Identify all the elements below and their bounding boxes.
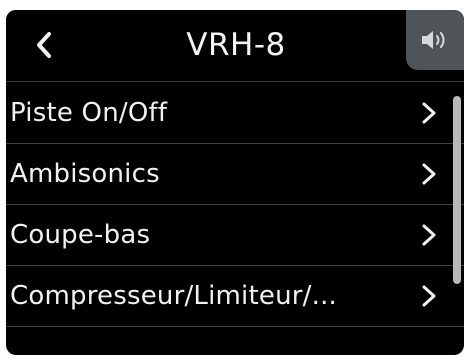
menu-item-ambisonics[interactable]: Ambisonics: [6, 144, 464, 205]
chevron-right-icon: [418, 223, 440, 247]
chevron-right-icon: [418, 101, 440, 125]
menu-item-label: Coupe-bas: [10, 220, 151, 250]
menu-item-track-on-off[interactable]: Piste On/Off: [6, 83, 464, 144]
speaker-button[interactable]: [406, 10, 464, 70]
scrollbar-thumb[interactable]: [453, 96, 461, 284]
back-button[interactable]: [22, 22, 68, 68]
menu-item-label: Ambisonics: [10, 159, 160, 189]
chevron-right-icon: [418, 284, 440, 308]
menu-item-compressor-limiter[interactable]: Compresseur/Limiteur/...: [6, 266, 464, 327]
device-screen: VRH-8 Piste On/Off Ambisonics Coupe-bas …: [6, 10, 464, 355]
menu-item-low-cut[interactable]: Coupe-bas: [6, 205, 464, 266]
chevron-left-icon: [37, 32, 51, 58]
scrollbar[interactable]: [453, 84, 462, 336]
title-bar: VRH-8: [6, 10, 464, 82]
menu-item-label: Piste On/Off: [10, 98, 168, 128]
menu-item-label: Compresseur/Limiteur/...: [10, 281, 337, 311]
page-title: VRH-8: [186, 27, 286, 63]
speaker-icon: [422, 31, 445, 49]
chevron-right-icon: [418, 162, 440, 186]
settings-menu-list: Piste On/Off Ambisonics Coupe-bas Compre…: [6, 83, 464, 327]
